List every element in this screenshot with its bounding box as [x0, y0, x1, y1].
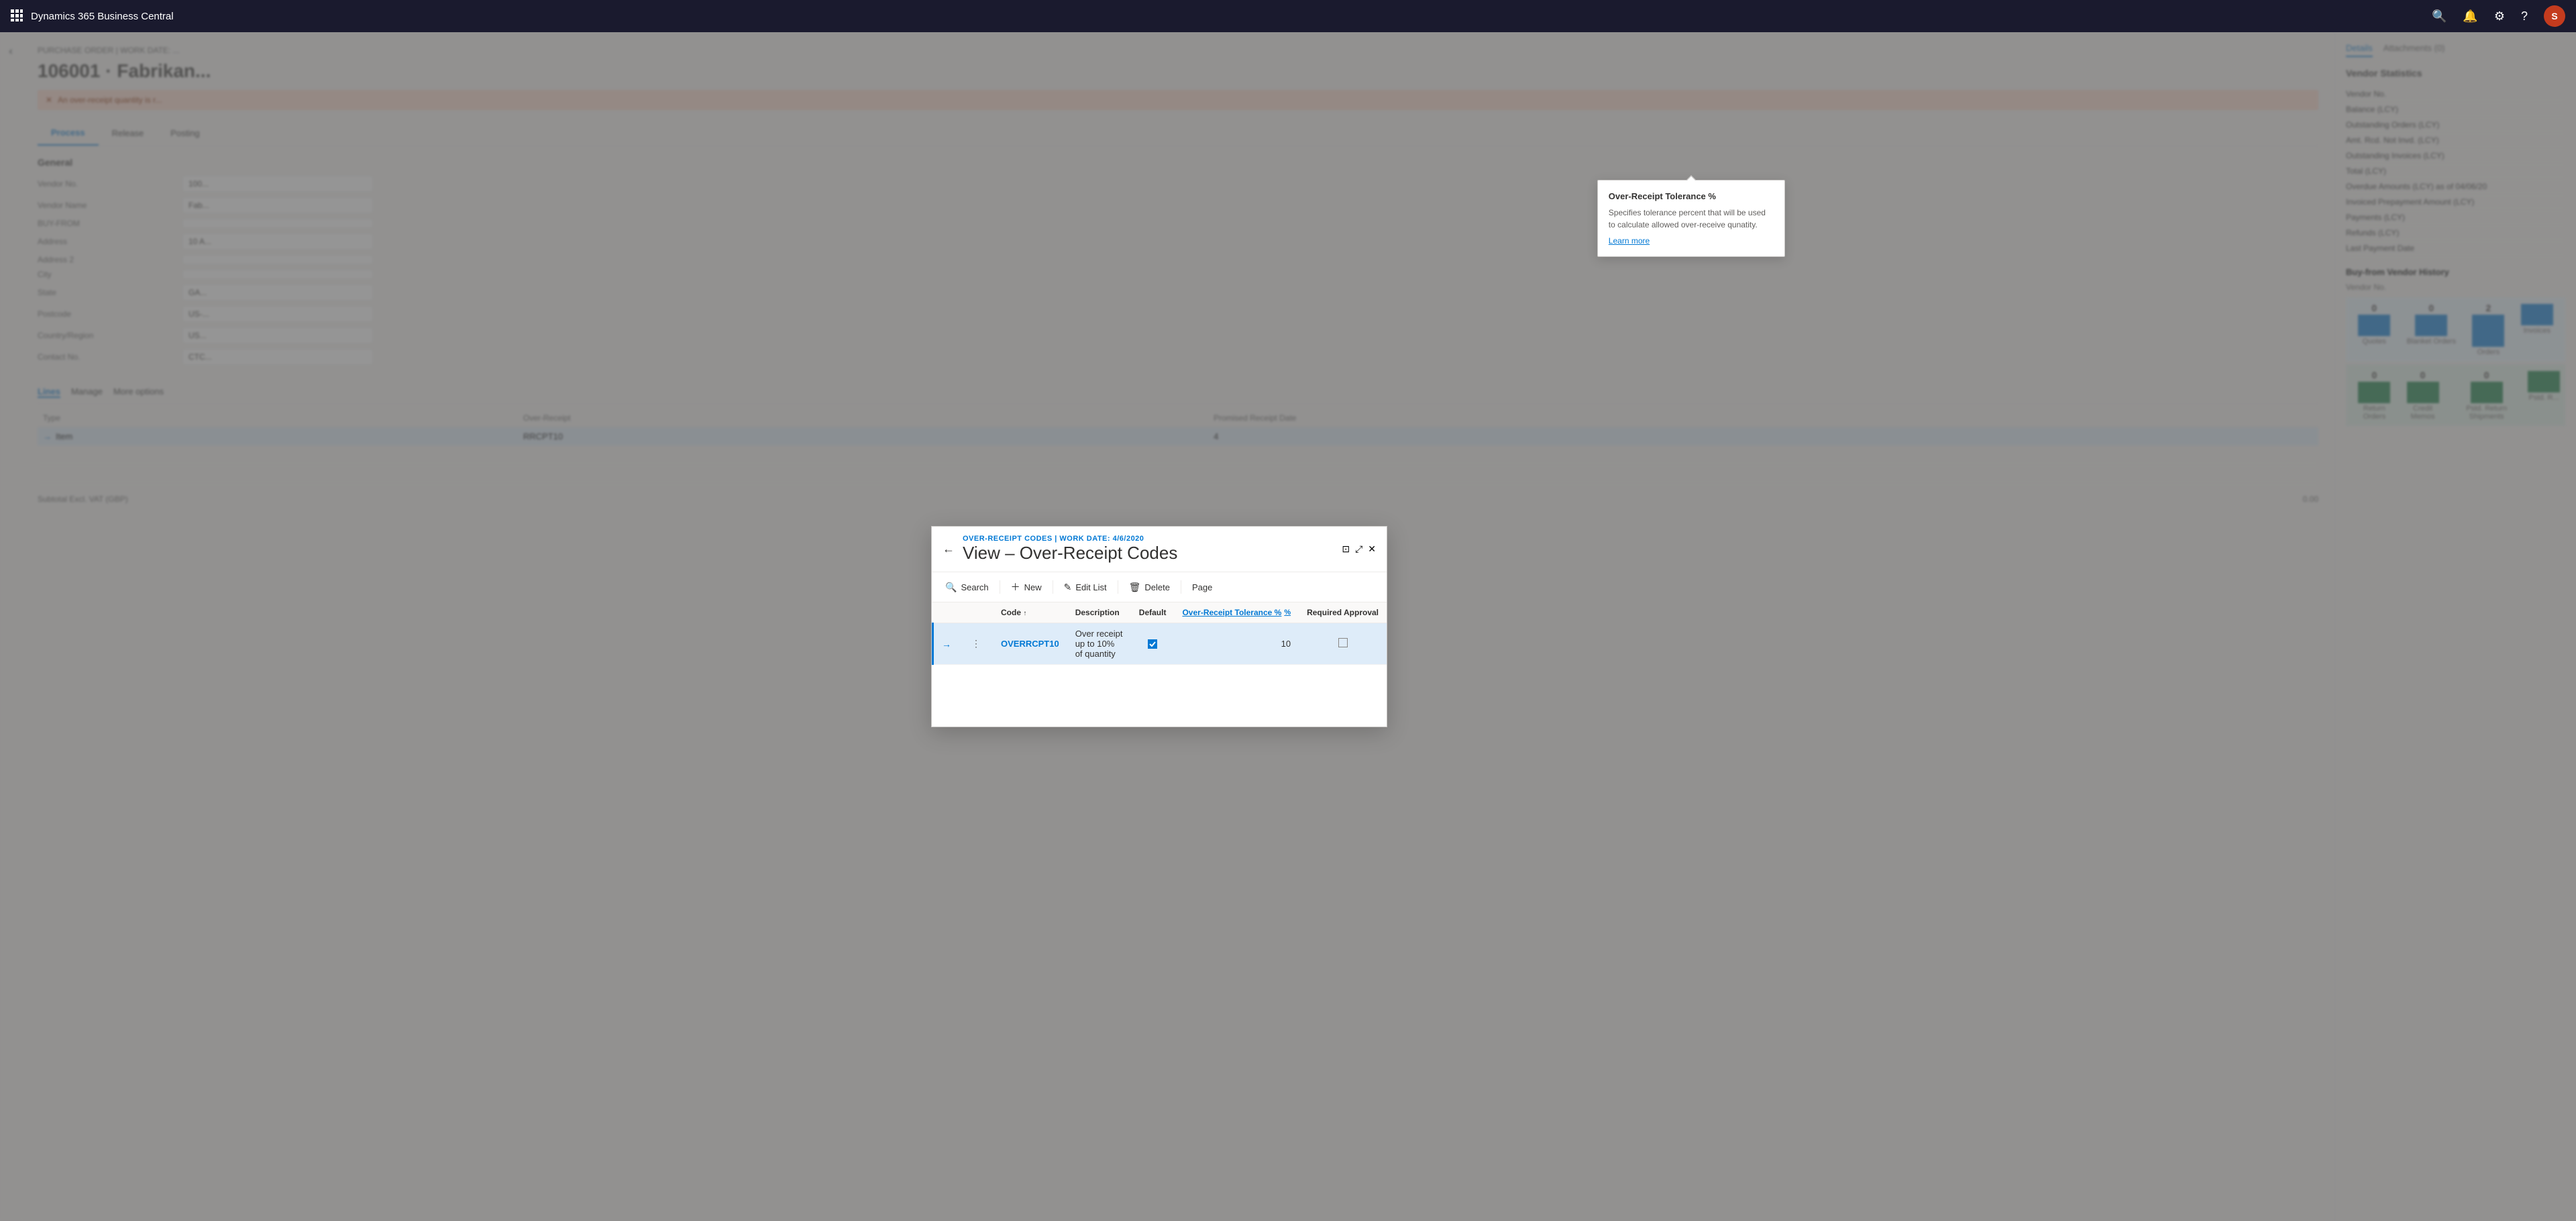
row-menu-cell: ⋮ — [959, 623, 993, 665]
modal-table-body: → ⋮ OVERRCPT10 Over receipt up to 10% of… — [933, 623, 1387, 665]
tooltip-box: Over-Receipt Tolerance % Specifies toler… — [1597, 180, 1785, 257]
delete-icon: 🗑 — [1129, 582, 1141, 593]
modal-header: ← OVER-RECEIPT CODES | WORK DATE: 4/6/20… — [932, 527, 1387, 572]
required-approval-cell — [1299, 623, 1387, 665]
modal-minimize-button[interactable]: ⊡ — [1342, 543, 1350, 555]
main-area: ‹ PURCHASE ORDER | WORK DATE: ... 106001… — [0, 32, 2576, 1221]
default-checkbox[interactable] — [1148, 639, 1157, 649]
modal-expand-button[interactable]: ⤢ — [1355, 543, 1362, 555]
waffle-menu[interactable] — [11, 9, 23, 23]
top-nav: Dynamics 365 Business Central 🔍 🔔 ⚙ ? S — [0, 0, 2576, 32]
settings-icon[interactable]: ⚙ — [2494, 9, 2505, 23]
modal-table: Code Description Default Over-Receipt To… — [932, 602, 1387, 665]
tooltip-title: Over-Receipt Tolerance % — [1609, 191, 1774, 201]
modal-toolbar: 🔍 Search ＋ New ✎ Edit List 🗑 Delete Page — [932, 572, 1387, 602]
modal-search-button[interactable]: 🔍 Search — [937, 578, 997, 597]
modal-search-label: Search — [961, 582, 988, 592]
avatar[interactable]: S — [2544, 5, 2565, 27]
tolerance-column-header[interactable]: Over-Receipt Tolerance % % — [1174, 602, 1299, 623]
code-cell: OVERRCPT10 — [993, 623, 1067, 665]
description-column-header: Description — [1067, 602, 1131, 623]
bell-icon[interactable]: 🔔 — [2463, 9, 2477, 23]
modal-delete-label: Delete — [1144, 582, 1170, 592]
tooltip-body: Specifies tolerance percent that will be… — [1609, 207, 1774, 231]
required-approval-checkbox[interactable] — [1338, 638, 1348, 647]
search-icon[interactable]: 🔍 — [2432, 9, 2447, 23]
modal-table-area: Code Description Default Over-Receipt To… — [932, 602, 1387, 665]
modal-title-area: OVER-RECEIPT CODES | WORK DATE: 4/6/2020… — [963, 535, 1177, 564]
modal-new-label: New — [1024, 582, 1042, 592]
row-selected-arrow-icon: → — [942, 639, 951, 649]
modal-edit-list-button[interactable]: ✎ Edit List — [1056, 578, 1115, 597]
modal-back-button[interactable]: ← — [943, 542, 955, 556]
tolerance-cell: 10 — [1174, 623, 1299, 665]
modal-header-actions: ⊡ ⤢ ✕ — [1342, 543, 1376, 555]
tooltip-learn-more-link[interactable]: Learn more — [1609, 236, 1774, 246]
modal-edit-list-label: Edit List — [1075, 582, 1106, 592]
modal-page-button[interactable]: Page — [1184, 578, 1220, 596]
help-icon[interactable]: ? — [2521, 9, 2528, 23]
modal-close-button[interactable]: ✕ — [1368, 543, 1376, 555]
modal-breadcrumb: OVER-RECEIPT CODES | WORK DATE: 4/6/2020 — [963, 535, 1177, 543]
search-toolbar-icon: 🔍 — [945, 582, 957, 593]
tooltip-arrow-inner — [1686, 176, 1696, 181]
modal-title: View – Over-Receipt Codes — [963, 543, 1177, 564]
modal-page-label: Page — [1192, 582, 1212, 592]
default-cell — [1131, 623, 1175, 665]
required-approval-column-header: Required Approval — [1299, 602, 1387, 623]
default-column-header: Default — [1131, 602, 1175, 623]
row-context-menu-button[interactable]: ⋮ — [967, 637, 985, 651]
modal-table-header: Code Description Default Over-Receipt To… — [933, 602, 1387, 623]
app-title: Dynamics 365 Business Central — [31, 11, 2432, 22]
tolerance-pct-header[interactable]: Over-Receipt Tolerance % % — [1182, 608, 1291, 617]
description-cell: Over receipt up to 10% of quantity — [1067, 623, 1131, 665]
modal-dialog: ← OVER-RECEIPT CODES | WORK DATE: 4/6/20… — [931, 526, 1387, 727]
table-row[interactable]: → ⋮ OVERRCPT10 Over receipt up to 10% of… — [933, 623, 1387, 665]
modal-new-button[interactable]: ＋ New — [1003, 576, 1050, 598]
pct-unit: % — [1284, 608, 1291, 617]
row-arrow-cell: → — [933, 623, 960, 665]
top-nav-icons: 🔍 🔔 ⚙ ? S — [2432, 5, 2565, 27]
row-indicator-header — [933, 602, 960, 623]
new-toolbar-icon: ＋ — [1011, 580, 1020, 594]
code-column-header[interactable]: Code — [993, 602, 1067, 623]
row-menu-header — [959, 602, 993, 623]
modal-delete-button[interactable]: 🗑 Delete — [1121, 578, 1178, 597]
edit-list-icon: ✎ — [1064, 582, 1072, 593]
